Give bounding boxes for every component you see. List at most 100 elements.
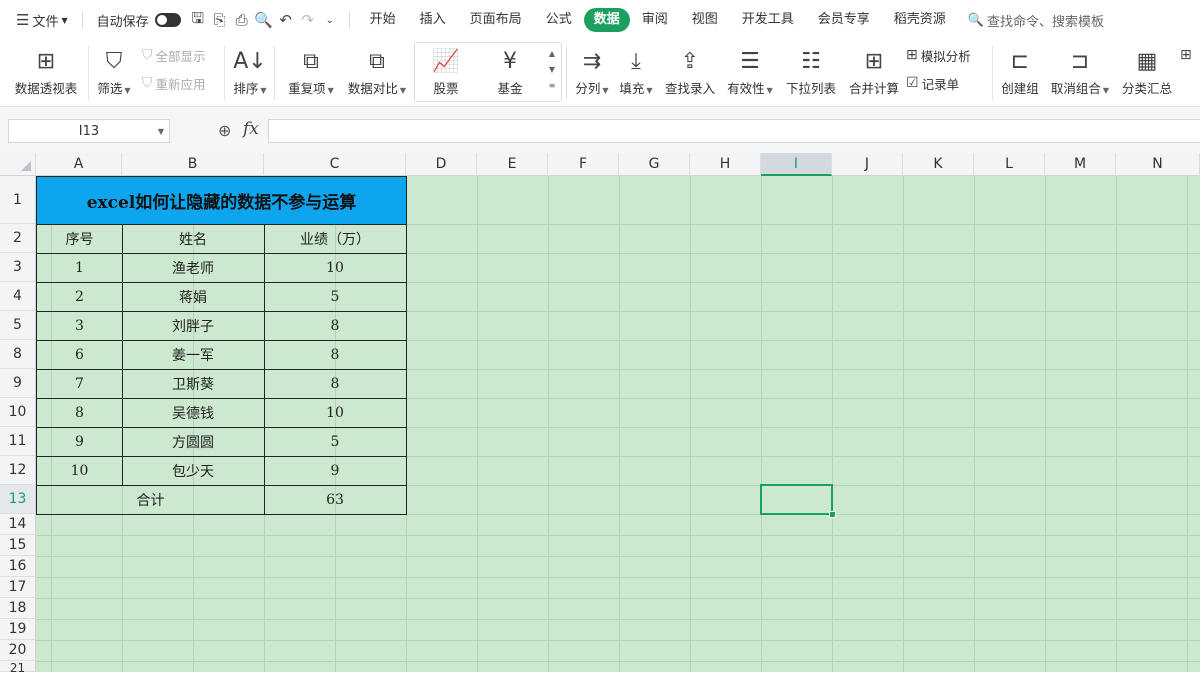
fill-button[interactable]: ⤓ 填充 ▼ xyxy=(616,40,656,106)
tab-member[interactable]: 会员专享 xyxy=(806,8,882,32)
total-label-cell[interactable]: 合计 xyxy=(36,485,265,515)
tab-insert[interactable]: 插入 xyxy=(408,8,458,32)
gallery-scroll[interactable]: ▲ ▼ ≡ xyxy=(546,46,558,94)
table-cell[interactable]: 5 xyxy=(264,427,407,457)
stocks-button[interactable]: 📈 股票 xyxy=(420,40,472,106)
consolidate-button[interactable]: ⊞ 合并计算 xyxy=(846,40,902,106)
table-cell[interactable]: 卫斯葵 xyxy=(122,369,265,399)
print-icon[interactable]: ⎙ xyxy=(231,9,253,31)
table-cell[interactable]: 3 xyxy=(36,311,123,341)
row-header[interactable]: 14 xyxy=(0,514,36,535)
insert-function-icon[interactable]: fx xyxy=(243,119,259,139)
tab-data[interactable]: 数据 xyxy=(583,8,630,32)
table-cell[interactable]: 方圆圆 xyxy=(122,427,265,457)
table-cell[interactable]: 刘胖子 xyxy=(122,311,265,341)
table-cell[interactable]: 10 xyxy=(36,456,123,486)
file-menu[interactable]: ☰ 文件 ▼ xyxy=(10,6,74,34)
row-header[interactable]: 9 xyxy=(0,369,36,398)
row-header[interactable]: 4 xyxy=(0,282,36,311)
pivot-table-button[interactable]: ⊞ 数据透视表 xyxy=(8,40,84,106)
tab-review[interactable]: 审阅 xyxy=(630,8,680,32)
row-header[interactable]: 10 xyxy=(0,398,36,427)
row-header[interactable]: 5 xyxy=(0,311,36,340)
column-header[interactable]: N xyxy=(1116,153,1200,176)
table-cell[interactable]: 吴德钱 xyxy=(122,398,265,428)
header-cell[interactable]: 序号 xyxy=(36,224,123,254)
table-cell[interactable]: 6 xyxy=(36,340,123,370)
row-header[interactable]: 15 xyxy=(0,535,36,556)
data-compare-button[interactable]: ⧉ 数据对比 ▼ xyxy=(344,40,410,106)
lookup-entry-button[interactable]: ⇪ 查找录入 xyxy=(662,40,718,106)
autosave-control[interactable]: 自动保存 xyxy=(91,6,187,34)
column-header[interactable]: J xyxy=(832,153,903,176)
table-cell[interactable]: 8 xyxy=(264,311,407,341)
subtotal-button[interactable]: ▦ 分类汇总 xyxy=(1118,40,1176,106)
row-header[interactable]: 20 xyxy=(0,640,36,661)
row-header[interactable]: 3 xyxy=(0,253,36,282)
table-cell[interactable]: 10 xyxy=(264,398,407,428)
row-header[interactable]: 8 xyxy=(0,340,36,369)
split-column-button[interactable]: ⇉ 分列 ▼ xyxy=(572,40,612,106)
table-cell[interactable]: 2 xyxy=(36,282,123,312)
autosave-toggle[interactable] xyxy=(154,13,181,27)
show-all-button[interactable]: ⛉ 全部显示 xyxy=(142,44,206,66)
column-header[interactable]: B xyxy=(122,153,264,176)
table-cell[interactable]: 5 xyxy=(264,282,407,312)
table-cell[interactable]: 9 xyxy=(36,427,123,457)
select-all-corner[interactable] xyxy=(0,153,36,176)
column-header[interactable]: F xyxy=(548,153,619,176)
row-header[interactable]: 2 xyxy=(0,224,36,253)
ungroup-button[interactable]: ⊐ 取消组合 ▼ xyxy=(1048,40,1112,106)
name-box[interactable]: I13 ▼ xyxy=(8,119,170,143)
table-cell[interactable]: 10 xyxy=(264,253,407,283)
column-header[interactable]: K xyxy=(903,153,974,176)
filter-button[interactable]: ⛉ 筛选 ▼ xyxy=(94,40,134,106)
table-cell[interactable]: 蒋娟 xyxy=(122,282,265,312)
tab-docer-resources[interactable]: 稻壳资源 xyxy=(882,8,958,32)
create-group-button[interactable]: ⊏ 创建组 xyxy=(998,40,1042,106)
dropdown-list-button[interactable]: ☷ 下拉列表 xyxy=(782,40,840,106)
whatif-analysis-button[interactable]: ⊞ 模拟分析 xyxy=(906,44,971,66)
column-header[interactable]: H xyxy=(690,153,761,176)
table-cell[interactable]: 8 xyxy=(264,340,407,370)
row-header[interactable]: 16 xyxy=(0,556,36,577)
row-header[interactable]: 12 xyxy=(0,456,36,485)
row-header[interactable]: 11 xyxy=(0,427,36,456)
table-cell[interactable]: 姜一军 xyxy=(122,340,265,370)
customize-quick-access-icon[interactable]: ⌄ xyxy=(319,9,341,31)
column-header[interactable]: L xyxy=(974,153,1045,176)
redo-icon[interactable]: ↷ xyxy=(297,9,319,31)
header-cell[interactable]: 姓名 xyxy=(122,224,265,254)
validity-button[interactable]: ☰ 有效性 ▼ xyxy=(724,40,776,106)
print-preview-icon[interactable]: 🔍 xyxy=(253,9,275,31)
zoom-formula-icon[interactable]: ⊕ xyxy=(218,121,231,140)
tab-formulas[interactable]: 公式 xyxy=(534,8,584,32)
table-cell[interactable]: 7 xyxy=(36,369,123,399)
command-search[interactable]: 🔍 查找命令、搜索模板 xyxy=(968,11,1104,30)
active-cell[interactable] xyxy=(760,484,833,515)
duplicates-button[interactable]: ⧉ 重复项 ▼ xyxy=(282,40,340,106)
table-cell[interactable]: 渔老师 xyxy=(122,253,265,283)
column-header[interactable]: D xyxy=(406,153,477,176)
row-header[interactable]: 21 xyxy=(0,661,36,675)
table-cell[interactable]: 8 xyxy=(264,369,407,399)
undo-icon[interactable]: ↶ xyxy=(275,9,297,31)
formula-input[interactable] xyxy=(268,119,1200,143)
column-header[interactable]: G xyxy=(619,153,690,176)
more-ribbon-icon[interactable]: ⊞ xyxy=(1180,44,1195,66)
row-header[interactable]: 19 xyxy=(0,619,36,640)
header-cell[interactable]: 业绩（万） xyxy=(264,224,407,254)
tab-developer[interactable]: 开发工具 xyxy=(730,8,806,32)
save-icon[interactable]: 🖫 xyxy=(187,9,209,31)
tab-view[interactable]: 视图 xyxy=(680,8,730,32)
tab-home[interactable]: 开始 xyxy=(358,8,408,32)
table-cell[interactable]: 9 xyxy=(264,456,407,486)
table-cell[interactable]: 1 xyxy=(36,253,123,283)
column-header[interactable]: E xyxy=(477,153,548,176)
row-header-selected[interactable]: 13 xyxy=(0,485,36,514)
export-pdf-icon[interactable]: ⎘ xyxy=(209,9,231,31)
tab-page-layout[interactable]: 页面布局 xyxy=(458,8,534,32)
total-value-cell[interactable]: 63 xyxy=(264,485,407,515)
column-header[interactable]: C xyxy=(264,153,406,176)
column-header-selected[interactable]: I xyxy=(761,153,832,176)
